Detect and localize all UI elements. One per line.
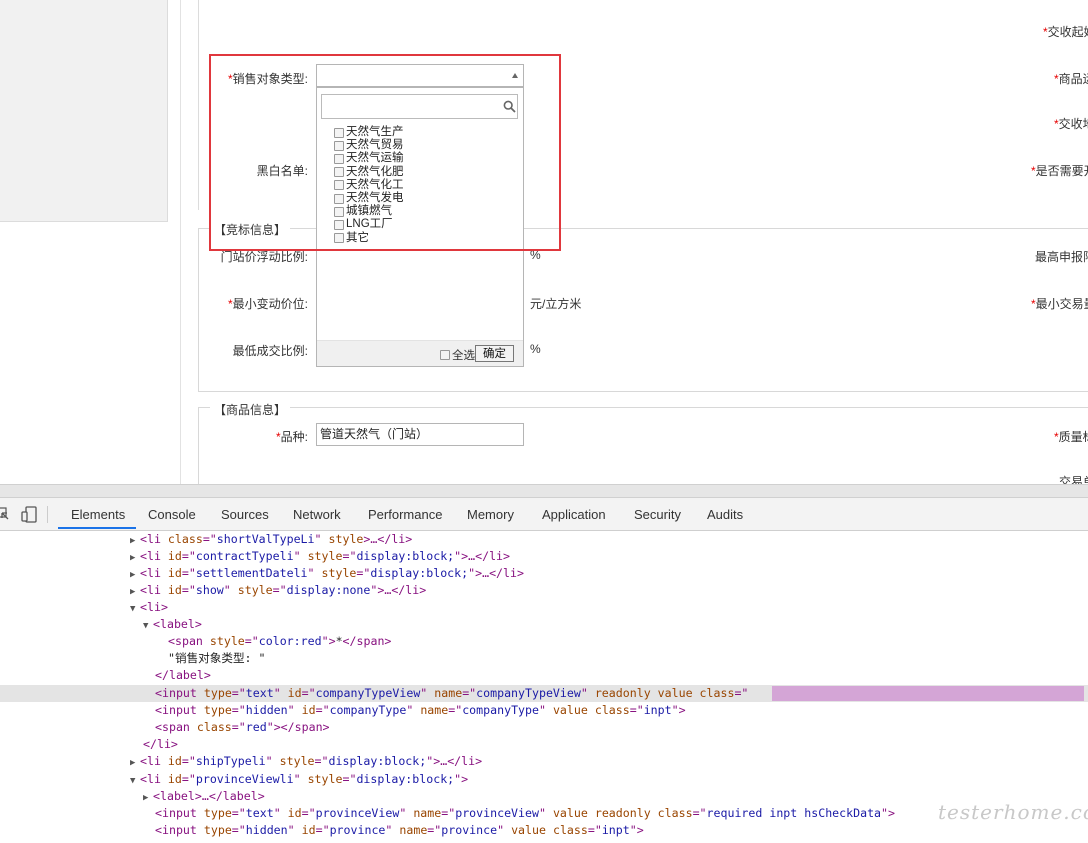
content-divider xyxy=(180,0,181,484)
dom-node[interactable]: ▶ <label>…</label> xyxy=(143,788,265,805)
dropdown-option[interactable]: 其它 xyxy=(334,232,404,245)
checkbox[interactable] xyxy=(334,140,344,151)
right-label-goods-transport: *商品运 xyxy=(1054,72,1088,86)
web-page-viewport: *交收起始 *商品运 *交收地 *是否需要开 最高申报限 *最小交易量 *质量标… xyxy=(0,0,1088,484)
tab-performance[interactable]: Performance xyxy=(368,507,442,522)
checkbox[interactable] xyxy=(334,153,344,164)
checkbox[interactable] xyxy=(334,193,344,204)
dom-node[interactable]: ▼ <li> xyxy=(130,599,168,616)
goods-info-legend: 【商品信息】 xyxy=(210,401,291,418)
device-toolbar-icon[interactable] xyxy=(20,506,38,523)
tab-application[interactable]: Application xyxy=(542,507,606,522)
tab-sources[interactable]: Sources xyxy=(221,507,269,522)
checkbox[interactable] xyxy=(334,167,344,178)
gate-price-ratio-label: 门站价浮动比例: xyxy=(220,250,308,264)
devtools-resize-bar[interactable] xyxy=(0,484,1088,498)
dom-node[interactable]: <input type="text" id="provinceView" nam… xyxy=(155,805,895,822)
sales-target-type-label: *销售对象类型: xyxy=(227,72,308,86)
dom-node[interactable]: <input type="hidden" id="province" name=… xyxy=(155,822,644,839)
search-icon[interactable] xyxy=(503,100,516,113)
dom-node[interactable]: ▶ <li id="contractTypeli" style="display:… xyxy=(130,548,510,565)
dropdown-option[interactable]: 天然气贸易 xyxy=(334,139,404,152)
elements-dom-tree: ▶ <li class="shortValTypeLi" style>…</li>… xyxy=(0,531,1088,843)
variety-input[interactable]: 管道天然气（门站） xyxy=(316,423,524,446)
tab-security[interactable]: Security xyxy=(634,507,681,522)
left-side-panel xyxy=(0,0,168,222)
dropdown-option[interactable]: 天然气运输 xyxy=(334,152,404,165)
sales-target-type-select[interactable] xyxy=(316,64,524,87)
class-value-highlight xyxy=(772,686,1084,701)
min-deal-ratio-unit: % xyxy=(530,342,541,356)
dom-node[interactable]: ▶ <li id="settlementDateli" style="displa… xyxy=(130,565,524,582)
dom-node[interactable]: ▶ <li class="shortValTypeLi" style>…</li> xyxy=(130,531,412,548)
devtools-toolbar: Elements Console Sources Network Perform… xyxy=(0,498,1088,531)
dom-node[interactable]: <span class="red"></span> xyxy=(155,719,330,736)
dom-node[interactable]: ▼ <li id="provinceViewli" style="display:… xyxy=(130,771,468,788)
dropdown-option[interactable]: 天然气发电 xyxy=(334,192,404,205)
caret-up-icon xyxy=(512,73,518,78)
right-label-need-invoice: *是否需要开 xyxy=(1031,164,1088,178)
select-all-checkbox[interactable]: 全选 xyxy=(440,347,475,363)
min-change-price-label: *最小变动价位: xyxy=(227,297,308,311)
dom-node[interactable]: </li> xyxy=(143,736,178,753)
watermark-text: testerhome.com xyxy=(938,800,1088,824)
dom-node[interactable]: <span style="color:red">*</span> xyxy=(168,633,391,650)
checkbox[interactable] xyxy=(334,206,344,217)
checkbox[interactable] xyxy=(334,127,344,138)
gate-price-unit: % xyxy=(530,248,541,262)
inspect-element-icon[interactable] xyxy=(0,507,9,522)
dom-node[interactable]: <input type="hidden" id="companyType" na… xyxy=(155,702,686,719)
right-label-settle-start: *交收起始 xyxy=(1043,25,1088,39)
dropdown-search-input[interactable] xyxy=(321,94,518,119)
dropdown-option[interactable]: 天然气化肥 xyxy=(334,166,404,179)
dom-node[interactable]: </label> xyxy=(155,667,211,684)
dom-node[interactable]: ▶ <li id="show" style="display:none">…</l… xyxy=(130,582,426,599)
dom-text-node[interactable]: "销售对象类型: " xyxy=(168,650,265,667)
tab-audits[interactable]: Audits xyxy=(707,507,743,522)
dropdown-option-list: 天然气生产 天然气贸易 天然气运输 天然气化肥 天然气化工 天然气发电 城镇燃气… xyxy=(334,126,404,245)
blacklist-label: 黑白名单: xyxy=(256,164,308,178)
checkbox[interactable] xyxy=(334,233,344,244)
min-deal-ratio-label: 最低成交比例: xyxy=(232,344,308,358)
bidding-info-legend: 【竞标信息】 xyxy=(210,221,291,238)
dropdown-footer: 全选 确定 xyxy=(317,340,523,366)
form-frame-border xyxy=(198,0,199,210)
dom-node[interactable]: ▶ <li id="shipTypeli" style="display:bloc… xyxy=(130,753,482,770)
dropdown-option[interactable]: 天然气化工 xyxy=(334,179,404,192)
checkbox[interactable] xyxy=(334,180,344,191)
active-tab-indicator xyxy=(58,527,136,529)
tab-memory[interactable]: Memory xyxy=(467,507,514,522)
min-change-price-unit: 元/立方米 xyxy=(530,297,582,311)
dom-node[interactable]: ▼ <label> xyxy=(143,616,202,633)
tab-console[interactable]: Console xyxy=(148,507,196,522)
toolbar-separator xyxy=(47,506,48,523)
checkbox[interactable] xyxy=(334,219,344,230)
sales-target-dropdown: 天然气生产 天然气贸易 天然气运输 天然气化肥 天然气化工 天然气发电 城镇燃气… xyxy=(316,87,524,367)
tab-network[interactable]: Network xyxy=(293,507,341,522)
dropdown-option[interactable]: 天然气生产 xyxy=(334,126,404,139)
dropdown-option[interactable]: LNG工厂 xyxy=(334,218,404,231)
confirm-button[interactable]: 确定 xyxy=(475,345,514,362)
checkbox[interactable] xyxy=(440,350,450,360)
dom-node-selected[interactable]: <input type="text" id="companyTypeView" … xyxy=(155,685,748,702)
variety-label: *品种: xyxy=(275,430,308,444)
right-label-delivery-place: *交收地 xyxy=(1054,117,1088,131)
tab-elements[interactable]: Elements xyxy=(71,507,125,522)
dropdown-option[interactable]: 城镇燃气 xyxy=(334,205,404,218)
